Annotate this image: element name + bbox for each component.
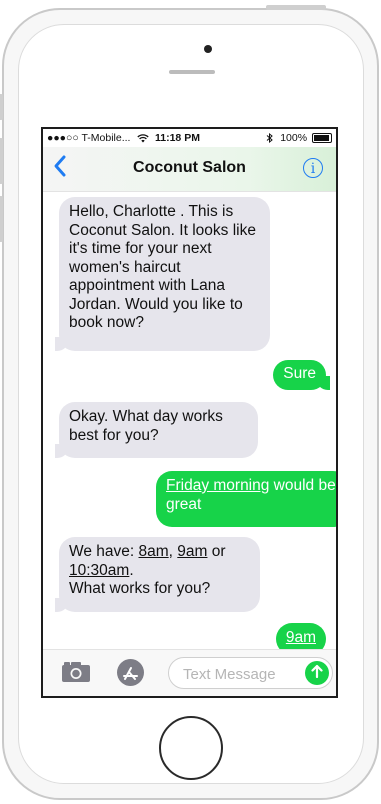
outgoing-message: Sure	[273, 360, 330, 390]
camera-icon[interactable]	[61, 661, 91, 683]
conversation-header: Coconut Salon i	[43, 147, 336, 192]
send-button[interactable]	[305, 661, 329, 685]
volume-up-button	[0, 138, 3, 184]
incoming-message: Hello, Charlotte . This is Coconut Salon…	[55, 197, 270, 351]
arrow-up-icon	[311, 665, 323, 679]
bluetooth-icon	[266, 133, 274, 144]
clock: 11:18 PM	[155, 132, 200, 144]
screen: ●●●○○ T-Mobile... 11:18 PM 100% Coconut …	[41, 127, 338, 698]
incoming-message: Okay. What day works best for you?	[55, 402, 258, 458]
message-field[interactable]	[168, 657, 333, 689]
outgoing-message: Friday morning would be great	[156, 471, 336, 527]
time-option-link[interactable]: 10:30am	[69, 562, 129, 579]
info-icon[interactable]: i	[303, 158, 323, 178]
wifi-icon	[137, 133, 150, 143]
contact-name[interactable]: Coconut Salon	[43, 159, 336, 177]
volume-down-button	[0, 196, 3, 242]
message-thread[interactable]: Hello, Charlotte . This is Coconut Salon…	[43, 192, 336, 652]
incoming-message: We have: 8am, 9am or 10:30am. What works…	[55, 537, 260, 612]
date-link[interactable]: Friday morning	[166, 477, 269, 494]
app-store-icon[interactable]	[117, 659, 144, 686]
compose-bar	[43, 649, 336, 696]
time-option-link[interactable]: 9am	[177, 543, 207, 560]
front-camera	[204, 45, 212, 53]
battery-icon	[312, 133, 332, 144]
power-button	[266, 5, 326, 10]
time-link[interactable]: 9am	[286, 629, 316, 646]
battery-status: 100%	[266, 132, 332, 144]
mute-switch	[0, 94, 3, 120]
outgoing-message: 9am	[275, 623, 326, 652]
time-option-link[interactable]: 8am	[139, 543, 169, 560]
status-bar: ●●●○○ T-Mobile... 11:18 PM 100%	[43, 129, 336, 147]
carrier-label: ●●●○○ T-Mobile...	[47, 132, 150, 144]
earpiece-speaker	[169, 70, 215, 74]
message-input[interactable]	[181, 662, 295, 686]
home-button[interactable]	[159, 716, 223, 780]
